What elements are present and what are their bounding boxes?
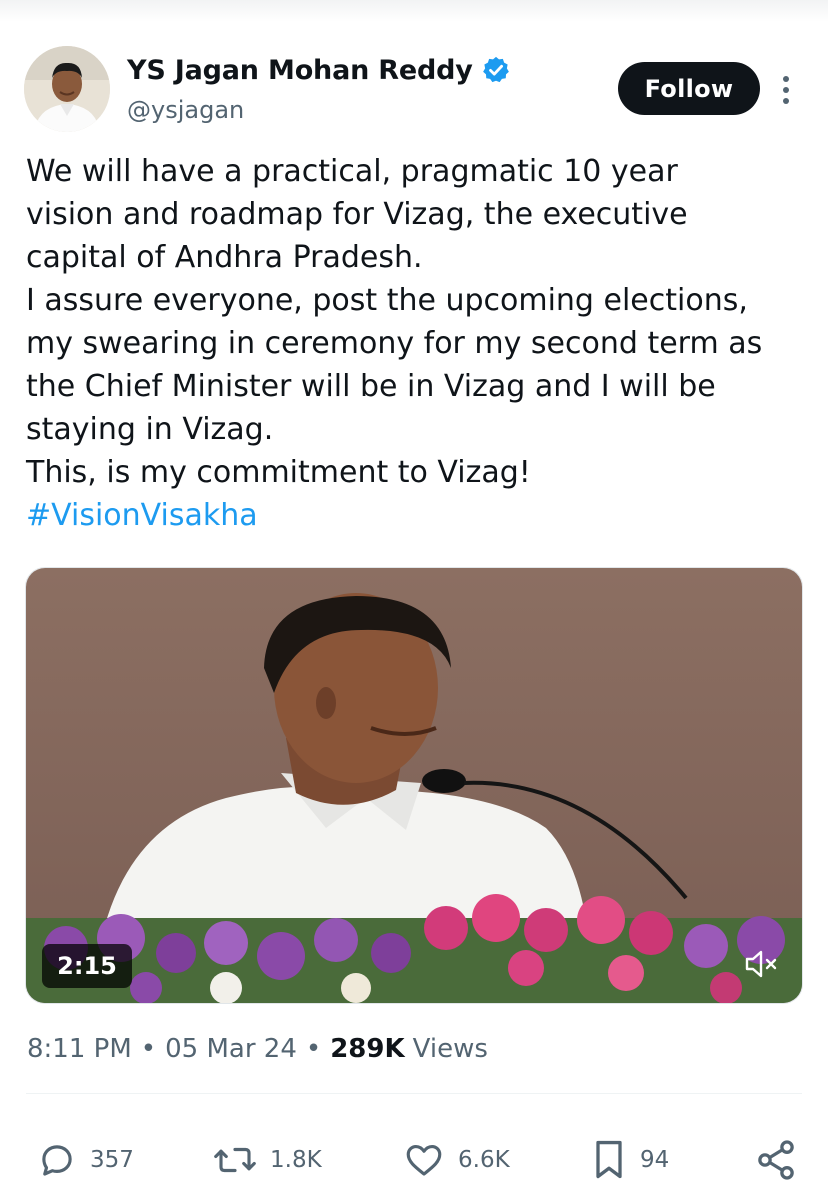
follow-button[interactable]: Follow bbox=[618, 62, 760, 115]
avatar[interactable] bbox=[24, 46, 110, 132]
share-button[interactable] bbox=[754, 1137, 798, 1183]
bookmark-icon bbox=[590, 1138, 628, 1182]
verified-badge-icon bbox=[481, 55, 511, 85]
share-icon bbox=[754, 1138, 798, 1182]
tweet-line: This, is my commitment to Vizag! bbox=[26, 455, 531, 490]
divider bbox=[26, 1093, 802, 1094]
author-name[interactable]: YS Jagan Mohan Reddy bbox=[127, 55, 473, 86]
like-count: 6.6K bbox=[458, 1147, 510, 1173]
mute-icon[interactable] bbox=[739, 944, 783, 984]
reply-icon bbox=[36, 1139, 78, 1181]
tweet-line: the Chief Minister will be in Vizag and … bbox=[26, 369, 716, 404]
tweet-text: We will have a practical, pragmatic 10 y… bbox=[26, 150, 816, 537]
views-label: Views bbox=[412, 1034, 488, 1064]
tweet-time[interactable]: 8:11 PM bbox=[27, 1034, 132, 1064]
views-count: 289K bbox=[330, 1034, 405, 1064]
author-name-row: YS Jagan Mohan Reddy bbox=[127, 52, 511, 88]
separator: • bbox=[305, 1034, 322, 1064]
like-button[interactable]: 6.6K bbox=[402, 1137, 510, 1183]
bookmark-button[interactable]: 94 bbox=[590, 1137, 669, 1183]
top-edge bbox=[0, 0, 828, 22]
separator: • bbox=[140, 1034, 157, 1064]
tweet-date[interactable]: 05 Mar 24 bbox=[165, 1034, 297, 1064]
more-icon[interactable] bbox=[776, 72, 796, 108]
repost-count: 1.8K bbox=[270, 1147, 322, 1173]
video-duration: 2:15 bbox=[42, 944, 132, 988]
reply-count: 357 bbox=[90, 1147, 134, 1173]
reply-button[interactable]: 357 bbox=[36, 1137, 134, 1183]
repost-button[interactable]: 1.8K bbox=[212, 1137, 322, 1183]
hashtag-link[interactable]: #VisionVisakha bbox=[26, 494, 816, 537]
video-player[interactable] bbox=[25, 567, 803, 1004]
author-handle[interactable]: @ysjagan bbox=[127, 96, 244, 124]
bookmark-count: 94 bbox=[640, 1147, 670, 1173]
tweet-line: We will have a practical, pragmatic 10 y… bbox=[26, 154, 678, 189]
tweet-line: capital of Andhra Pradesh. bbox=[26, 240, 423, 275]
like-icon bbox=[402, 1139, 446, 1181]
repost-icon bbox=[212, 1139, 258, 1181]
tweet-meta: 8:11 PM • 05 Mar 24 • 289K Views bbox=[27, 1031, 488, 1067]
tweet-line: my swearing in ceremony for my second te… bbox=[26, 326, 763, 361]
tweet-line: I assure everyone, post the upcoming ele… bbox=[26, 283, 748, 318]
tweet-line: staying in Vizag. bbox=[26, 412, 274, 447]
tweet-line: vision and roadmap for Vizag, the execut… bbox=[26, 197, 688, 232]
